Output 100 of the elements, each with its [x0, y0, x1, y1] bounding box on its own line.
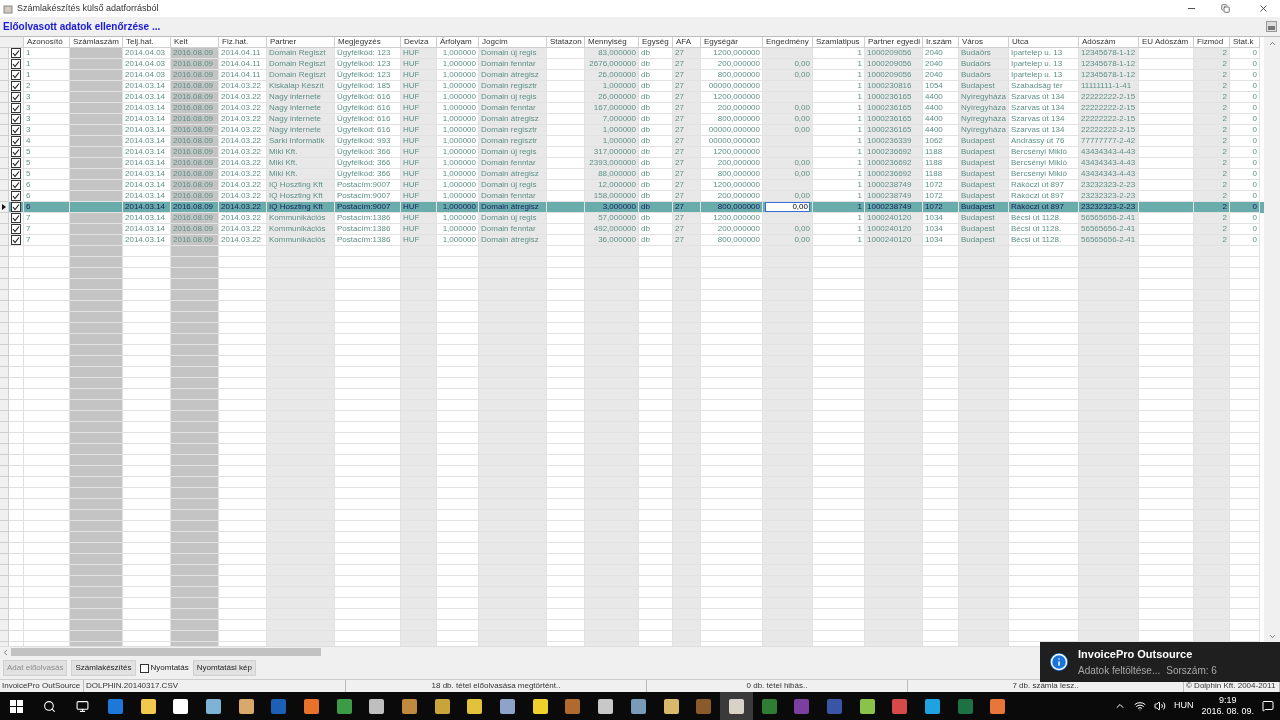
table-row[interactable]: 7 2014.03.14 2016.08.09 2014.03.22 Kommunikációs Postacím:1386 HUF 1,000000 Domain átregisz 36,000000 db 27 800,000000 0,00 1 1000240120 1034 Budapest Bécsi út 1128. 56565656-2-41 2 0 — [0, 235, 1264, 246]
scrollbar-thumb[interactable] — [11, 648, 321, 656]
row-checkbox[interactable] — [11, 147, 21, 157]
row-checkbox[interactable] — [11, 114, 21, 124]
network-icon[interactable] — [1133, 700, 1146, 712]
table-row[interactable]: 1 2014.04.03 2016.08.09 2014.04.11 Domain Regiszt Ügyfélkód: 123 HUF 1,000000 Domain új regis 83,000000 db 27 1200,000000 1 1000209056 2040 Budaörs Ipartelep u. 13 12345678-1-12 2 0 — [0, 48, 1264, 59]
table-cell: 2 — [1194, 158, 1230, 169]
app-icon[interactable] — [728, 698, 744, 714]
table-row[interactable]: 5 2014.03.14 2016.08.09 2014.03.22 Miki Kft. Ügyfélkód: 366 HUF 1,000000 Domain fenntar 2393,000000 db 27 200,000000 0,00 1 1000236692 1188 Budapest Bercsényi Mikló 43434343-4-43 2 0 — [0, 158, 1264, 169]
task-view-icon[interactable] — [76, 699, 89, 713]
app-icon[interactable] — [173, 698, 189, 714]
print-checkbox[interactable]: Nyomtatás — [139, 662, 189, 674]
table-cell: 27 — [673, 103, 701, 114]
app-icon[interactable] — [303, 698, 319, 714]
table-cell: db — [639, 213, 673, 224]
app-icon[interactable] — [140, 698, 156, 714]
row-checkbox[interactable] — [11, 169, 21, 179]
app-icon[interactable] — [925, 698, 941, 714]
window-title: Számlakészítés külső adatforrásból — [17, 1, 159, 15]
table-row[interactable]: 3 2014.03.14 2016.08.09 2014.03.22 Nagy internete Ügyfélkód: 616 HUF 1,000000 Domain átregisz 7,000000 db 27 800,000000 0,00 1 1000236165 4400 Nyíregyháza Szarvas út 134 22222222-2-15 2 0 — [0, 114, 1264, 125]
table-cell: 27 — [673, 213, 701, 224]
language-indicator[interactable]: HUN — [1173, 699, 1194, 713]
app-icon[interactable] — [467, 698, 483, 714]
notification-message: Adatok feltöltése... — [1078, 663, 1161, 678]
row-checkbox[interactable] — [11, 59, 21, 69]
row-checkbox[interactable] — [11, 224, 21, 234]
table-row[interactable]: 5 2014.03.14 2016.08.09 2014.03.22 Miki Kft. Ügyfélkód: 366 HUF 1,000000 Domain új regis 317,000000 db 27 1200,000000 1 1000236692 1188 Budapest Bercsényi Mikló 43434343-4-43 2 0 — [0, 147, 1264, 158]
app-icon[interactable] — [630, 698, 646, 714]
row-checkbox[interactable] — [11, 103, 21, 113]
action-button[interactable]: Számlakészítés — [71, 660, 136, 676]
table-row[interactable]: 1 2014.04.03 2016.08.09 2014.04.11 Domain Regiszt Ügyfélkód: 123 HUF 1,000000 Domain fenntar 2676,000000 db 27 200,000000 0,00 1 1000209056 2040 Budaörs Ipartelep u. 13 12345678-1-12 2 0 — [0, 59, 1264, 70]
scroll-left-icon[interactable] — [1, 647, 10, 657]
table-cell: 1 — [813, 180, 865, 191]
row-checkbox[interactable] — [11, 158, 21, 168]
row-checkbox[interactable] — [11, 125, 21, 135]
app-icon[interactable] — [663, 698, 679, 714]
table-row[interactable]: 5 2014.03.14 2016.08.09 2014.03.22 Miki Kft. Ügyfélkód: 366 HUF 1,000000 Domain átregisz 88,000000 db 27 800,000000 0,00 1 1000236692 1188 Budapest Bercsényi Mikló 43434343-4-43 2 0 — [0, 169, 1264, 180]
table-row[interactable]: 6 2014.03.14 2016.08.09 2014.03.22 IQ Hoszting Kft Postacím:9007 HUF 1,000000 Domain átregisz 3,000000 db 27 800,000000 0,00 1 1000238749 1072 Budapest Rákóczi út 897 23232323-2-23 2 0 — [0, 202, 1264, 213]
table-cell: 3 — [24, 125, 70, 136]
row-checkbox[interactable] — [11, 48, 21, 58]
app-icon[interactable] — [238, 698, 254, 714]
app-icon[interactable] — [859, 698, 875, 714]
table-cell: 27 — [673, 125, 701, 136]
row-checkbox[interactable] — [11, 235, 21, 245]
table-row[interactable]: 3 2014.03.14 2016.08.09 2014.03.22 Nagy internete Ügyfélkód: 616 HUF 1,000000 Domain regisztr 1,000000 db 27 00000,000000 0,00 1 1000236165 4400 Nyíregyháza Szarvas út 134 22222222-2-15 2 0 — [0, 125, 1264, 136]
table-row[interactable]: 4 2014.03.14 2016.08.09 2014.03.22 Sarki Informatik Ügyfélkód: 993 HUF 1,000000 Domain regisztr 1,000000 db 27 00000,000000 1 1000236339 1062 Budapest Andrássy út 76 77777777-2-42 2 0 — [0, 136, 1264, 147]
table-row[interactable]: 3 2014.03.14 2016.08.09 2014.03.22 Nagy internete Ügyfélkód: 616 HUF 1,000000 Domain fenntar 167,000000 db 27 200,000000 0,00 1 1000236165 4400 Nyíregyháza Szarvas út 134 22222222-2-15 2 0 — [0, 103, 1264, 114]
table-cell: 3 — [24, 92, 70, 103]
search-icon[interactable] — [43, 699, 56, 713]
app-icon[interactable] — [598, 698, 614, 714]
table-cell: 0 — [1230, 147, 1260, 158]
volume-icon[interactable] — [1153, 700, 1166, 712]
checkbox[interactable] — [139, 663, 149, 673]
checkbox-label: Nyomtatás — [150, 662, 189, 674]
row-checkbox[interactable] — [11, 202, 21, 212]
app-icon[interactable] — [205, 698, 221, 714]
table-row[interactable]: 7 2014.03.14 2016.08.09 2014.03.22 Kommunikációs Postacím:1386 HUF 1,000000 Domain fenntar 492,000000 db 27 200,000000 0,00 1 1000240120 1034 Budapest Bécsi út 1128. 56565656-2-41 2 0 — [0, 224, 1264, 235]
table-cell: 0 — [1230, 235, 1260, 246]
clock[interactable]: 9:19 2016. 08. 09. — [1201, 695, 1254, 717]
table-cell: db — [639, 158, 673, 169]
table-cell: 2 — [1194, 59, 1230, 70]
app-icon[interactable] — [990, 698, 1006, 714]
app-icon[interactable] — [532, 698, 548, 714]
table-row[interactable]: 2 2014.03.14 2016.08.09 2014.03.22 Kiskalap Készít Ügyfélkód: 185 HUF 1,000000 Domain regisztr 1,000000 db 27 00000,000000 1 1000230816 1054 Budapest Szabadság tér 11111111-1-41 2 0 — [0, 81, 1264, 92]
row-checkbox[interactable] — [11, 180, 21, 190]
notification-toast[interactable]: InvoicePro Outsource Adatok feltöltése... Sorszám: 6 — [1040, 642, 1280, 682]
table-cell: db — [639, 235, 673, 246]
app-icon[interactable] — [434, 698, 450, 714]
restore-icon[interactable] — [1221, 4, 1230, 13]
close-icon[interactable] — [1258, 3, 1269, 14]
table-cell: 0 — [1230, 114, 1260, 125]
row-header[interactable] — [0, 202, 9, 213]
app-icon[interactable] — [500, 698, 516, 714]
row-checkbox[interactable] — [11, 81, 21, 91]
row-checkbox[interactable] — [11, 92, 21, 102]
table-cell: 1 — [24, 70, 70, 81]
table-cell: 2 — [1194, 147, 1230, 158]
table-cell: 1 — [813, 103, 865, 114]
table-cell: 27 — [673, 70, 701, 81]
notifications-icon[interactable] — [1262, 700, 1274, 712]
action-button[interactable]: Nyomtatási kép — [192, 660, 256, 676]
row-checkbox[interactable] — [11, 70, 21, 80]
table-row[interactable]: 1 2014.04.03 2016.08.09 2014.04.11 Domain Regiszt Ügyfélkód: 123 HUF 1,000000 Domain átregisz 26,000000 db 27 800,000000 0,00 1 1000209056 2040 Budaörs Ipartelep u. 13 12345678-1-12 2 0 — [0, 70, 1264, 81]
scroll-down-icon[interactable] — [1267, 632, 1277, 641]
printer-icon[interactable] — [1266, 21, 1277, 32]
table-cell: 27 — [673, 48, 701, 59]
edit-field[interactable]: 0,00 — [765, 202, 810, 212]
table-cell: 3 — [24, 103, 70, 114]
row-checkbox[interactable] — [11, 191, 21, 201]
app-icon[interactable] — [402, 698, 418, 714]
app-icon[interactable] — [369, 698, 385, 714]
table-row[interactable]: 6 2014.03.14 2016.08.09 2014.03.22 IQ Hoszting Kft Postacím:9007 HUF 1,000000 Domain új regis 12,000000 db 27 1200,000000 1 1000238749 1072 Budapest Rákóczi út 897 23232323-2-23 2 0 — [0, 180, 1264, 191]
windows-icon[interactable] — [10, 699, 23, 713]
table-cell: 7 — [24, 213, 70, 224]
table-row[interactable]: 7 2014.03.14 2016.08.09 2014.03.22 Kommunikációs Postacím:1386 HUF 1,000000 Domain új regis 57,000000 db 27 1200,000000 1 1000240120 1034 Budapest Bécsi út 1128. 56565656-2-41 2 0 — [0, 213, 1264, 224]
table-row[interactable]: 3 2014.03.14 2016.08.09 2014.03.22 Nagy internete Ügyfélkód: 616 HUF 1,000000 Domain új regis 26,000000 db 27 1200,000000 1 1000236165 4400 Nyíregyháza Szarvas út 134 22222222-2-15 2 0 — [0, 92, 1264, 103]
row-checkbox[interactable] — [11, 136, 21, 146]
scroll-up-icon[interactable] — [1267, 39, 1277, 48]
row-checkbox[interactable] — [11, 213, 21, 223]
table-row[interactable]: 6 2014.03.14 2016.08.09 2014.03.22 IQ Hoszting Kft Postacím:9007 HUF 1,000000 Domain fenntar 158,000000 db 27 200,000000 0,00 1 1000238749 1072 Budapest Rákóczi út 897 23232323-2-23 2 0 — [0, 191, 1264, 202]
